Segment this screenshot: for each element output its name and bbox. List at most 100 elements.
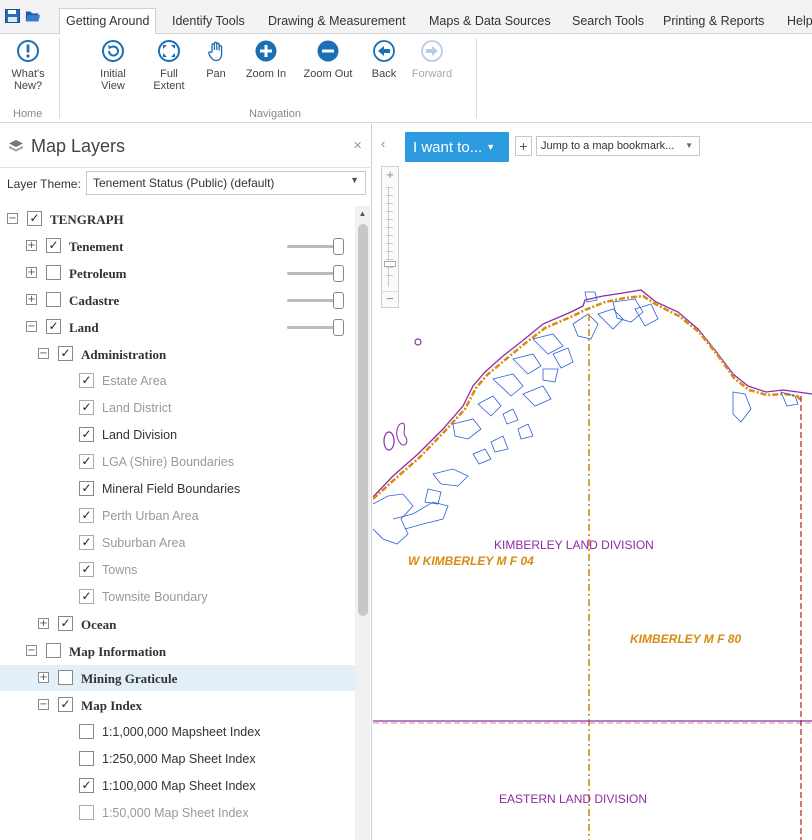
tab-printing-reports[interactable]: Printing & Reports — [657, 9, 770, 34]
close-icon[interactable]: × — [353, 137, 362, 154]
layer-checkbox[interactable]: ✓ — [79, 373, 94, 388]
tab-help[interactable]: Help — [781, 9, 812, 34]
layer-row[interactable]: − ✓ Land — [0, 314, 355, 340]
initial-view-button[interactable]: Initial View — [90, 40, 136, 92]
layer-row[interactable]: ✓ 1:100,000 Map Sheet Index — [0, 773, 355, 799]
layer-checkbox[interactable]: ✓ — [79, 589, 94, 604]
layer-row[interactable]: 1:1,000,000 Mapsheet Index — [0, 719, 355, 745]
expand-icon[interactable]: + — [38, 672, 49, 683]
layer-row[interactable]: 1:250,000 Map Sheet Index — [0, 746, 355, 772]
layer-checkbox[interactable] — [46, 643, 61, 658]
layer-checkbox[interactable]: ✓ — [79, 481, 94, 496]
opacity-slider-track[interactable] — [287, 272, 335, 275]
layer-row[interactable]: − ✓ Map Index — [0, 692, 355, 718]
layer-row[interactable]: ✓ Townsite Boundary — [0, 584, 355, 610]
layer-row[interactable]: + ✓ Ocean — [0, 611, 355, 637]
layer-checkbox[interactable]: ✓ — [79, 508, 94, 523]
layer-checkbox[interactable]: ✓ — [46, 238, 61, 253]
layer-label: Map Index — [81, 698, 143, 713]
layer-row[interactable]: ✓ Estate Area — [0, 368, 355, 394]
tab-drawing-measurement[interactable]: Drawing & Measurement — [262, 9, 412, 34]
layer-row[interactable]: − Map Information — [0, 638, 355, 664]
layer-row[interactable]: − ✓ Administration — [0, 341, 355, 367]
i-want-to-button[interactable]: I want to... ▼ — [405, 132, 509, 162]
collapse-icon[interactable]: − — [7, 213, 18, 224]
zoom-slider[interactable]: + − — [381, 166, 399, 308]
scroll-up-icon[interactable]: ▲ — [355, 206, 370, 221]
save-icon[interactable] — [5, 9, 21, 23]
layer-checkbox[interactable]: ✓ — [79, 400, 94, 415]
layer-checkbox[interactable] — [79, 751, 94, 766]
layer-row[interactable]: ✓ Perth Urban Area — [0, 503, 355, 529]
collapse-icon[interactable]: − — [26, 645, 37, 656]
layer-checkbox[interactable]: ✓ — [27, 211, 42, 226]
opacity-slider-thumb[interactable] — [333, 238, 344, 255]
layer-checkbox[interactable] — [79, 805, 94, 820]
opacity-slider-track[interactable] — [287, 245, 335, 248]
ribbon-panel: What's New? Home Initial View Full Exten… — [0, 34, 812, 123]
layer-row[interactable]: ✓ Land District — [0, 395, 355, 421]
collapse-icon[interactable]: − — [26, 321, 37, 332]
map-canvas[interactable] — [373, 124, 812, 840]
layer-row[interactable]: ✓ Towns — [0, 557, 355, 583]
expand-icon[interactable]: + — [26, 294, 37, 305]
back-button[interactable]: Back — [366, 40, 402, 80]
tab-maps-data-sources[interactable]: Maps & Data Sources — [423, 9, 557, 34]
layer-checkbox[interactable]: ✓ — [79, 454, 94, 469]
layer-row[interactable]: − ✓ TENGRAPH — [0, 206, 355, 232]
opacity-slider-track[interactable] — [287, 326, 335, 329]
bookmark-select[interactable]: Jump to a map bookmark... ▼ — [536, 136, 700, 156]
expand-icon[interactable]: + — [38, 618, 49, 629]
expand-icon[interactable]: + — [26, 240, 37, 251]
layer-checkbox[interactable] — [46, 292, 61, 307]
layer-checkbox[interactable] — [46, 265, 61, 280]
layer-row[interactable]: ✓ Land Division — [0, 422, 355, 448]
layer-checkbox[interactable] — [58, 670, 73, 685]
layer-row[interactable]: ✓ LGA (Shire) Boundaries — [0, 449, 355, 475]
opacity-slider-thumb[interactable] — [333, 292, 344, 309]
layer-checkbox[interactable]: ✓ — [58, 697, 73, 712]
layer-checkbox[interactable]: ✓ — [79, 427, 94, 442]
layer-tree-scrollbar[interactable]: ▲ — [355, 206, 370, 840]
layer-row[interactable]: ✓ Suburban Area — [0, 530, 355, 556]
layer-checkbox[interactable]: ✓ — [58, 616, 73, 631]
opacity-slider-track[interactable] — [287, 299, 335, 302]
tab-search-tools[interactable]: Search Tools — [566, 9, 650, 34]
forward-button[interactable]: Forward — [408, 40, 456, 80]
zoom-minus-icon[interactable]: − — [382, 291, 398, 307]
layer-theme-select[interactable]: Tenement Status (Public) (default) ▼ — [86, 171, 366, 195]
tab-getting-around[interactable]: Getting Around — [59, 8, 157, 35]
zoom-knob[interactable] — [384, 261, 396, 267]
add-bookmark-button[interactable]: + — [515, 136, 532, 156]
scroll-thumb[interactable] — [358, 224, 368, 616]
zoom-in-button[interactable]: Zoom In — [240, 40, 292, 80]
opacity-slider-thumb[interactable] — [333, 265, 344, 282]
exclamation-icon — [17, 40, 39, 62]
collapse-icon[interactable]: − — [38, 699, 49, 710]
whats-new-button[interactable]: What's New? — [5, 40, 51, 92]
layer-checkbox[interactable]: ✓ — [79, 778, 94, 793]
layer-row[interactable]: 1:50,000 Map Sheet Index — [0, 800, 355, 826]
zoom-tick — [386, 211, 393, 212]
layer-checkbox[interactable]: ✓ — [58, 346, 73, 361]
layer-checkbox[interactable] — [79, 724, 94, 739]
collapse-panel-icon[interactable]: ‹ — [381, 136, 385, 151]
zoom-plus-icon[interactable]: + — [382, 167, 398, 183]
layer-row[interactable]: + Petroleum — [0, 260, 355, 286]
layer-checkbox[interactable]: ✓ — [79, 535, 94, 550]
tab-identify-tools[interactable]: Identify Tools — [166, 9, 251, 34]
collapse-icon[interactable]: − — [38, 348, 49, 359]
map-view[interactable]: KIMBERLEY LAND DIVISION W KIMBERLEY M F … — [373, 124, 812, 840]
layer-row[interactable]: + ✓ Tenement — [0, 233, 355, 259]
layer-row[interactable]: + Mining Graticule — [0, 665, 355, 691]
zoom-out-button[interactable]: Zoom Out — [298, 40, 358, 80]
expand-icon[interactable]: + — [26, 267, 37, 278]
full-extent-button[interactable]: Full Extent — [146, 40, 192, 92]
layer-checkbox[interactable]: ✓ — [46, 319, 61, 334]
open-folder-icon[interactable] — [25, 9, 41, 23]
opacity-slider-thumb[interactable] — [333, 319, 344, 336]
layer-row[interactable]: ✓ Mineral Field Boundaries — [0, 476, 355, 502]
layer-checkbox[interactable]: ✓ — [79, 562, 94, 577]
layer-row[interactable]: + Cadastre — [0, 287, 355, 313]
pan-button[interactable]: Pan — [196, 40, 236, 80]
